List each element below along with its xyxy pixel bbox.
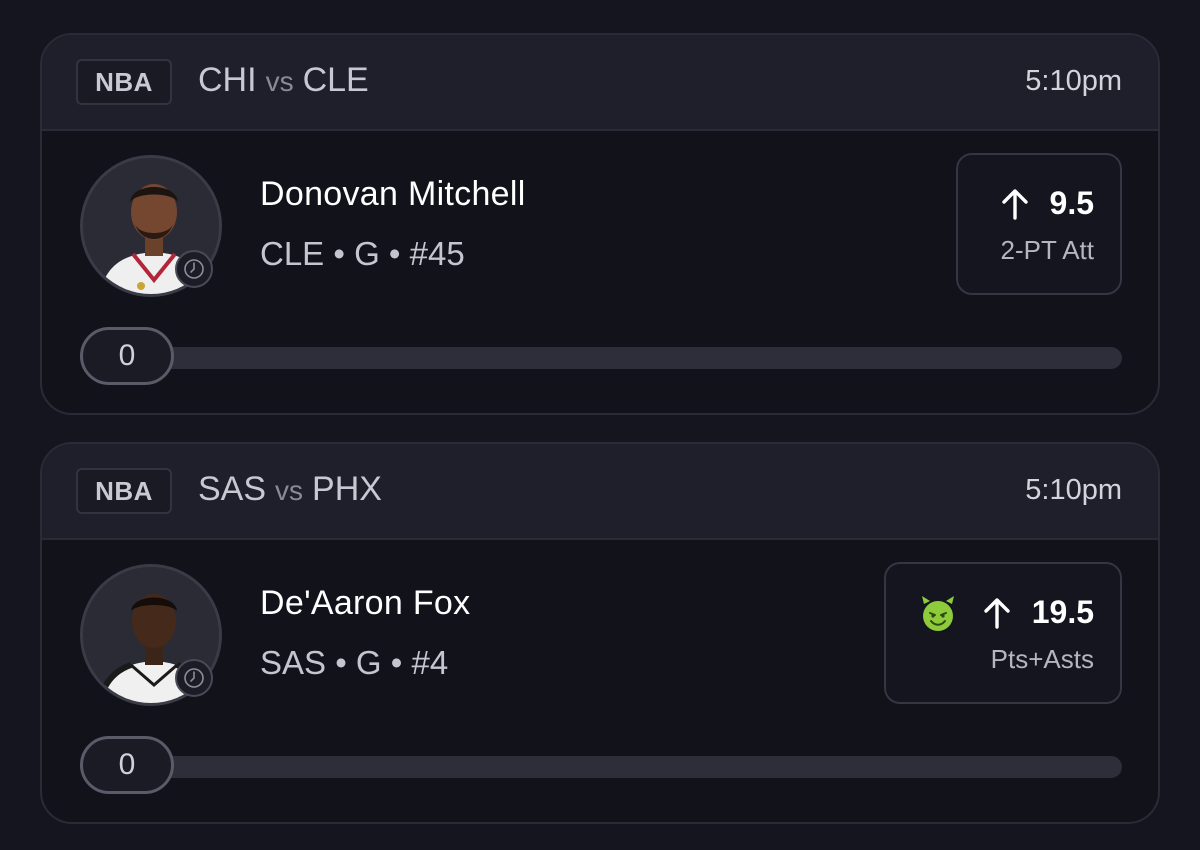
game-time: 5:10pm bbox=[1025, 65, 1122, 97]
game-time: 5:10pm bbox=[1025, 474, 1122, 506]
projection-box[interactable]: 19.5 Pts+Asts bbox=[884, 562, 1122, 704]
progress-value: 0 bbox=[80, 736, 174, 794]
clock-icon bbox=[175, 250, 213, 288]
progress-value: 0 bbox=[80, 327, 174, 385]
team-a: SAS bbox=[198, 470, 267, 508]
clock-icon bbox=[175, 659, 213, 697]
line-value: 9.5 bbox=[1049, 185, 1094, 221]
green-demon-icon bbox=[918, 594, 958, 639]
player-meta: CLE • G • #45 bbox=[260, 235, 465, 272]
player-meta: SAS • G • #4 bbox=[260, 644, 449, 681]
team-a: CHI bbox=[198, 61, 257, 99]
progress-track bbox=[80, 756, 1122, 778]
vs-label: vs bbox=[265, 66, 294, 97]
player-name[interactable]: De'Aaron Fox bbox=[260, 584, 470, 623]
matchup: CHI vs CLE bbox=[198, 61, 369, 100]
projection-line: 9.5 bbox=[1000, 185, 1094, 222]
card-header: NBA SAS vs PHX 5:10pm bbox=[42, 444, 1158, 540]
player-avatar-wrap[interactable] bbox=[80, 564, 222, 706]
arrow-up-icon bbox=[1000, 188, 1030, 220]
team-b: PHX bbox=[312, 470, 382, 508]
stat-type: 2-PT Att bbox=[1000, 235, 1094, 265]
team-b: CLE bbox=[302, 61, 369, 99]
projection-box[interactable]: 9.5 2-PT Att bbox=[956, 153, 1122, 295]
matchup: SAS vs PHX bbox=[198, 470, 382, 509]
player-name[interactable]: Donovan Mitchell bbox=[260, 175, 526, 214]
card-header: NBA CHI vs CLE 5:10pm bbox=[42, 35, 1158, 131]
league-badge: NBA bbox=[76, 59, 172, 105]
player-avatar-wrap[interactable] bbox=[80, 155, 222, 297]
line-value: 19.5 bbox=[1031, 594, 1094, 630]
pick-card[interactable]: NBA SAS vs PHX 5:10pm De'Aaron Fox SAS •… bbox=[40, 442, 1160, 824]
progress-track bbox=[80, 347, 1122, 369]
arrow-up-icon bbox=[982, 597, 1012, 629]
league-badge: NBA bbox=[76, 468, 172, 514]
projection-line: 19.5 bbox=[982, 594, 1094, 631]
vs-label: vs bbox=[275, 475, 304, 506]
stat-type: Pts+Asts bbox=[990, 644, 1094, 674]
pick-card[interactable]: NBA CHI vs CLE 5:10pm Donovan Mitchell C… bbox=[40, 33, 1160, 415]
